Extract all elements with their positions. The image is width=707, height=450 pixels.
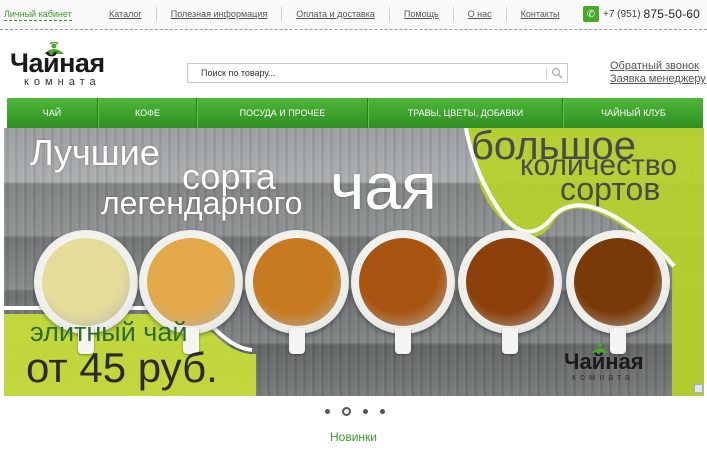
banner-price: от 45 руб.: [26, 344, 218, 391]
menu-item-tea[interactable]: ЧАЙ: [7, 98, 98, 128]
menu-item-dishes[interactable]: ПОСУДА И ПРОЧЕЕ: [197, 98, 368, 128]
site-logo[interactable]: Чайная комната: [10, 40, 142, 90]
phone-number: 875-50-60: [643, 7, 701, 21]
tea-liquid-3: [253, 238, 341, 326]
top-nav-catalog[interactable]: Каталог: [95, 7, 156, 21]
callback-link[interactable]: Обратный звонок: [610, 60, 699, 73]
phone-icon: ✆: [583, 6, 599, 22]
menu-item-coffee[interactable]: КОФЕ: [98, 98, 197, 128]
search-icon[interactable]: [551, 67, 563, 79]
banner-logo-subtitle: комната: [572, 372, 635, 382]
tea-liquid-1: [42, 238, 130, 326]
phone-prefix: +7 (951): [603, 8, 641, 20]
promo-banner[interactable]: Лучшие сорта легендарного чая большое ко…: [4, 128, 704, 396]
banner-elite-tea: элитный чай: [30, 317, 188, 347]
banner-right-3: сортов: [560, 171, 661, 207]
logo-subtitle: комната: [24, 76, 101, 88]
tea-liquid-2: [147, 238, 235, 326]
logo-title: Чайная: [10, 48, 105, 78]
menu-item-herbs[interactable]: ТРАВЫ, ЦВЕТЫ, ДОБАВКИ: [368, 98, 563, 128]
tea-liquid-5: [466, 238, 554, 326]
phone-block: ✆ +7 (951) 875-50-60: [583, 4, 700, 24]
top-nav: Каталог Полезная информация Оплата и дос…: [95, 0, 574, 28]
slider-dots: [318, 406, 398, 418]
top-nav-contacts[interactable]: Контакты: [505, 7, 574, 21]
tea-liquid-6: [574, 238, 662, 326]
manager-request-link[interactable]: Заявка менеджеру: [610, 73, 706, 86]
banner-headline-3: легендарного: [101, 185, 303, 221]
top-nav-about[interactable]: О нас: [452, 7, 506, 21]
search-input[interactable]: [188, 64, 544, 82]
banner-headline-1: Лучшие: [30, 132, 160, 173]
personal-account-link[interactable]: Личный кабинет: [4, 9, 72, 21]
slider-dot-3[interactable]: [363, 409, 368, 414]
banner-logo-title: Чайная: [564, 349, 644, 374]
ad-info-icon[interactable]: [694, 384, 703, 393]
search-divider: [546, 68, 547, 79]
main-menu: ЧАЙ КОФЕ ПОСУДА И ПРОЧЕЕ ТРАВЫ, ЦВЕТЫ, Д…: [7, 98, 703, 128]
top-nav-payment-delivery[interactable]: Оплата и доставка: [281, 7, 389, 21]
search-box: [187, 63, 568, 83]
tea-liquid-4: [359, 238, 447, 326]
slider-dot-4[interactable]: [380, 409, 385, 414]
banner-headline-4: чая: [330, 149, 437, 223]
top-bar: Личный кабинет Каталог Полезная информац…: [0, 0, 707, 30]
top-nav-useful-info[interactable]: Полезная информация: [155, 7, 281, 21]
slider-dot-1[interactable]: [325, 409, 330, 414]
top-nav-help[interactable]: Помощь: [388, 7, 453, 21]
section-title-new: Новинки: [330, 430, 377, 444]
menu-item-tea-club[interactable]: ЧАЙНЫЙ КЛУБ: [563, 98, 703, 128]
slider-dot-2[interactable]: [342, 407, 351, 416]
